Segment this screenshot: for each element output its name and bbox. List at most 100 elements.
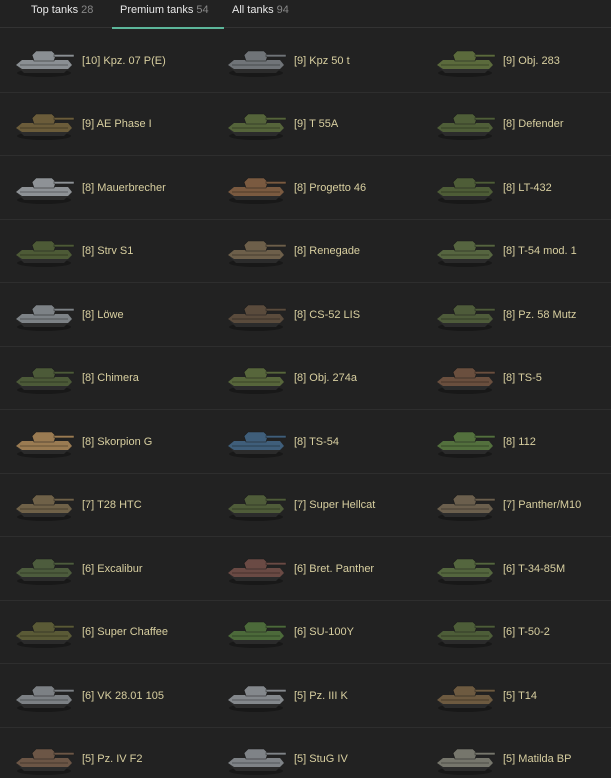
tank-item[interactable]: [8] Skorpion G [0, 410, 210, 473]
tank-item[interactable]: [6] SU-100Y [210, 601, 421, 664]
tank-item[interactable]: [7] Panther/M10 [421, 474, 611, 537]
tank-row: [6] Excalibur [6] Bret. Panther [6] T-34-8… [0, 537, 611, 601]
tank-item[interactable]: [8] TS-5 [421, 347, 611, 410]
tank-row: [10] Kpz. 07 P(E) [9] Kpz 50 t [9] Obj. 28… [0, 29, 611, 93]
tank-item[interactable]: [6] Excalibur [0, 537, 210, 600]
tank-name: [5] Pz. IV F2 [82, 753, 143, 765]
tank-icon [220, 358, 292, 398]
tank-icon [8, 358, 80, 398]
tank-name: [8] LT-432 [503, 181, 552, 194]
tank-icon [220, 41, 292, 81]
tank-item[interactable]: [10] Kpz. 07 P(E) [0, 29, 210, 92]
tank-item[interactable]: [6] T-34-85M [421, 537, 611, 600]
tank-item[interactable]: [9] AE Phase I [0, 93, 210, 156]
tank-icon [220, 485, 292, 525]
tank-item[interactable]: [5] StuG IV [210, 728, 421, 778]
tank-icon [220, 422, 292, 462]
tank-row: [8] Strv S1 [8] Renegade [8] T-54 mod. 1 [0, 220, 611, 283]
tank-icon [220, 168, 292, 208]
tank-icon [8, 612, 80, 652]
tank-name: [6] Excalibur [82, 562, 143, 575]
tank-row: [9] AE Phase I [9] T 55A [8] Defender [0, 93, 611, 156]
tank-name: [8] Strv S1 [82, 245, 134, 257]
tank-name: [6] T-34-85M [503, 562, 566, 575]
tank-name: [8] Pz. 58 Mutz [503, 308, 577, 321]
tank-icon [220, 549, 292, 589]
tank-item[interactable]: [8] Strv S1 [0, 220, 210, 283]
tab-all-tanks[interactable]: All tanks 94 [224, 0, 297, 28]
tank-name: [9] T 55A [294, 118, 339, 130]
tank-item[interactable]: [5] Pz. III K [210, 664, 421, 727]
tank-name: [8] Renegade [294, 245, 361, 257]
tank-item[interactable]: [8] Chimera [0, 347, 210, 410]
tank-item[interactable]: [5] Matilda BP [421, 728, 611, 778]
tank-icon [429, 549, 501, 589]
tank-item[interactable]: [7] Super Hellcat [210, 474, 421, 537]
tab-top-tanks[interactable]: Top tanks 28 [0, 0, 112, 28]
tank-item[interactable]: [6] T-50-2 [421, 601, 611, 664]
tank-name: [6] VK 28.01 105 [82, 689, 164, 702]
tab-label: Top tanks [31, 3, 79, 16]
tank-item[interactable]: [6] VK 28.01 105 [0, 664, 210, 727]
tank-icon [220, 295, 292, 335]
tank-item[interactable]: [9] Obj. 283 [421, 29, 611, 92]
tank-item[interactable]: [8] Renegade [210, 220, 421, 283]
tank-name: [6] SU-100Y [294, 626, 354, 638]
tank-item[interactable]: [8] TS-54 [210, 410, 421, 473]
tank-icon [8, 676, 80, 716]
tank-icon [429, 168, 501, 208]
tank-row: [8] Chimera [8] Obj. 274a [8] TS-5 [0, 347, 611, 410]
tank-icon [8, 485, 80, 525]
tank-item[interactable]: [9] T 55A [210, 93, 421, 156]
tank-name: [8] 112 [503, 435, 536, 448]
tank-name: [6] Super Chaffee [82, 626, 169, 638]
tab-count: 28 [81, 3, 94, 16]
tank-icon [220, 612, 292, 652]
tank-icon [8, 104, 80, 144]
tank-item[interactable]: [8] CS-52 LIS [210, 283, 421, 346]
tank-icon [429, 104, 501, 144]
tank-name: [8] Defender [503, 118, 564, 130]
tab-label: Premium tanks [120, 3, 194, 16]
tank-name: [9] Kpz 50 t [294, 54, 350, 67]
tank-item[interactable]: [8] Defender [421, 93, 611, 156]
tank-row: [8] Löwe [8] CS-52 LIS [8] Pz. 58 Mutz [0, 283, 611, 347]
tab-premium-tanks[interactable]: Premium tanks 54 [112, 0, 224, 29]
tank-row: [6] Super Chaffee [6] SU-100Y [6] T-50-2 [0, 601, 611, 664]
tank-icon [8, 231, 80, 271]
tank-icon [8, 549, 80, 589]
tank-icon [220, 676, 292, 716]
tank-item[interactable]: [9] Kpz 50 t [210, 29, 421, 92]
tank-row: [6] VK 28.01 105 [5] Pz. III K [5] T14 [0, 664, 611, 728]
tank-item[interactable]: [8] Obj. 274a [210, 347, 421, 410]
tank-icon [429, 358, 501, 398]
tank-name: [8] Obj. 274a [294, 372, 357, 384]
tank-item[interactable]: [7] T28 HTC [0, 474, 210, 537]
tank-name: [8] Skorpion G [82, 435, 153, 448]
tank-item[interactable]: [8] Progetto 46 [210, 156, 421, 219]
tank-name: [7] Panther/M10 [503, 499, 582, 511]
tank-name: [5] T14 [503, 689, 538, 702]
tank-name: [6] T-50-2 [503, 626, 550, 638]
tank-icon [220, 104, 292, 144]
tank-icon [8, 422, 80, 462]
tank-item[interactable]: [8] 112 [421, 410, 611, 473]
tank-name: [5] StuG IV [294, 753, 348, 765]
tab-label: All tanks [232, 3, 274, 16]
tank-icon [429, 739, 501, 778]
tank-icon [8, 41, 80, 81]
tank-item[interactable]: [8] Pz. 58 Mutz [421, 283, 611, 346]
tank-icon [429, 612, 501, 652]
tank-name: [8] Chimera [82, 372, 139, 384]
tank-name: [7] Super Hellcat [294, 499, 376, 511]
tank-item[interactable]: [5] Pz. IV F2 [0, 728, 210, 778]
tank-item[interactable]: [5] T14 [421, 664, 611, 727]
tank-name: [5] Matilda BP [503, 753, 572, 765]
tank-item[interactable]: [8] T-54 mod. 1 [421, 220, 611, 283]
tank-item[interactable]: [8] Mauerbrecher [0, 156, 210, 219]
tank-grid: [10] Kpz. 07 P(E) [9] Kpz 50 t [9] Obj. 28… [0, 29, 611, 778]
tank-item[interactable]: [8] LT-432 [421, 156, 611, 219]
tank-item[interactable]: [8] Löwe [0, 283, 210, 346]
tank-item[interactable]: [6] Bret. Panther [210, 537, 421, 600]
tank-item[interactable]: [6] Super Chaffee [0, 601, 210, 664]
